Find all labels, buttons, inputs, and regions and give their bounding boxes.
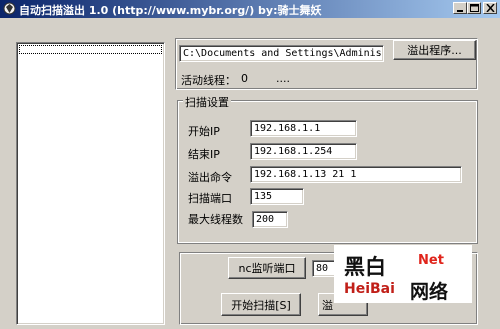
minimize-icon [457,10,463,12]
minimize-button[interactable] [453,2,467,14]
title-bar[interactable]: 自动扫描溢出 1.0 (http://www.mybr.org/) by:骑士舞… [0,0,500,18]
scan-settings-group-label: 扫描设置 [183,94,231,110]
start-ip-label: 开始IP [188,125,220,138]
close-button[interactable] [483,2,497,14]
active-threads-label: 活动线程： [181,74,236,87]
overflow-command-input[interactable]: 192.168.1.13 21 1 [250,166,462,183]
active-threads-value: 0 [241,72,248,85]
scan-port-input[interactable]: 135 [250,188,304,205]
listbox-focus-item[interactable] [19,45,162,54]
end-ip-label: 结束IP [188,148,220,161]
overflow-program-button[interactable]: 溢出程序... [393,40,476,60]
end-ip-input[interactable]: 192.168.1.254 [250,143,357,160]
result-listbox[interactable] [16,42,165,325]
maximize-button[interactable] [467,2,481,14]
active-threads-dots: .... [276,72,290,85]
scan-port-label: 扫描端口 [188,192,232,205]
nc-port-input[interactable]: 80 [312,260,336,277]
nc-listen-port-button[interactable]: nc监听端口 [228,257,306,279]
start-ip-input[interactable]: 192.168.1.1 [250,120,357,137]
overflow-command-label: 溢出命令 [188,171,232,184]
watermark-wangluo: 网络 [410,281,449,303]
watermark-net: Net [418,253,444,268]
program-path-input[interactable]: C:\Documents and Settings\Adminis [179,45,384,62]
close-icon [486,4,495,12]
maximize-icon [470,4,479,12]
watermark-heibai-latin: HeiBai [344,281,395,297]
window-title: 自动扫描溢出 1.0 (http://www.mybr.org/) by:骑士舞… [19,4,322,17]
start-scan-button[interactable]: 开始扫描[S] [221,293,301,316]
watermark-heibai-chinese: 黑白 [344,254,386,279]
max-threads-input[interactable]: 200 [252,211,288,228]
app-icon [3,2,16,15]
max-threads-label: 最大线程数 [188,213,243,226]
watermark-logo: 黑白 Net HeiBai 网络 [334,245,472,303]
